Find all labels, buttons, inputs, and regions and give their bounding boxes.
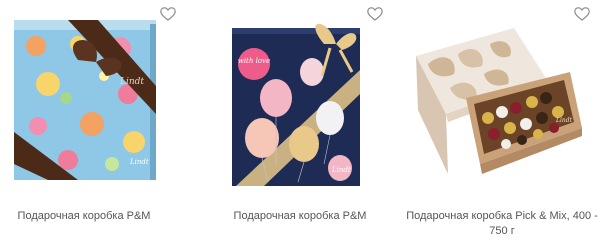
lindt-logo: Lindt bbox=[119, 77, 144, 87]
product-name[interactable]: Подарочная коробка P&M bbox=[214, 209, 386, 224]
product-image[interactable]: with love Lindt bbox=[228, 14, 368, 194]
product-card[interactable]: Lindt Lindt Подарочная коробка P&M bbox=[0, 0, 200, 251]
product-image[interactable]: Lindt Lindt bbox=[8, 14, 160, 194]
product-card[interactable]: with love Lindt Подарочная коробка P&M bbox=[200, 0, 400, 251]
product-card[interactable]: Lindt Подарочная коробка Pick & Mix, 400… bbox=[400, 0, 600, 251]
lindt-logo: Lindt bbox=[331, 166, 351, 174]
product-name[interactable]: Подарочная коробка P&M bbox=[8, 209, 160, 224]
product-grid: Lindt Lindt Подарочная коробка P&M with … bbox=[0, 0, 600, 251]
product-image[interactable]: Lindt bbox=[414, 14, 586, 194]
lindt-logo: Lindt bbox=[555, 117, 573, 124]
with-love-badge: with love bbox=[238, 57, 270, 65]
heart-icon[interactable] bbox=[160, 7, 176, 21]
lindt-logo: Lindt bbox=[129, 158, 149, 166]
product-name[interactable]: Подарочная коробка Pick & Mix, 400 - 750… bbox=[404, 209, 600, 239]
heart-icon[interactable] bbox=[367, 7, 383, 21]
